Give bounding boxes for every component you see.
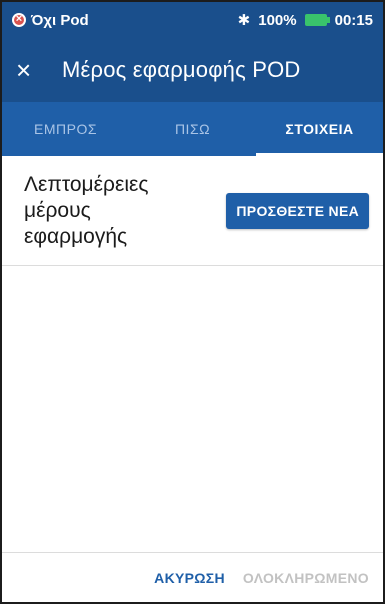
battery-percent: 100%: [258, 11, 297, 29]
cancel-button[interactable]: ΑΚΥΡΩΣΗ: [154, 570, 225, 586]
pod-status-text: Όχι Pod: [31, 11, 89, 29]
page-title: Μέρος εφαρμοφής POD: [62, 57, 301, 82]
no-pod-alert-icon: [12, 11, 26, 27]
done-button[interactable]: ΟΛΟΚΛΗΡΩΜΕΝΟ: [243, 570, 369, 586]
clock-time: 00:15: [334, 11, 373, 29]
status-bar: Όχι Pod ✱ 100% 00:15: [2, 2, 383, 38]
close-icon[interactable]: ×: [16, 57, 46, 83]
site-details-title: Λεπτομέρειες μέρους εφαρμογής: [24, 172, 149, 248]
tab-front[interactable]: ΕΜΠΡΟΣ: [2, 102, 129, 156]
tab-bar: ΕΜΠΡΟΣ ΠΙΣΩ ΣΤΟΙΧΕΙΑ: [2, 102, 383, 156]
footer-actions: ΑΚΥΡΩΣΗ ΟΛΟΚΛΗΡΩΜΕΝΟ: [2, 552, 383, 602]
device-screen: Όχι Pod ✱ 100% 00:15 × Μέρος εφαρμοφής P…: [0, 0, 385, 604]
tab-details[interactable]: ΣΤΟΙΧΕΙΑ: [256, 102, 383, 156]
tab-back[interactable]: ΠΙΣΩ: [129, 102, 256, 156]
bluetooth-icon: ✱: [237, 12, 251, 29]
add-new-button[interactable]: ΠΡΟΣΘΕΣΤΕ ΝΕΑ: [226, 192, 369, 229]
site-details-row: Λεπτομέρειες μέρους εφαρμογής ΠΡΟΣΘΕΣΤΕ …: [2, 156, 383, 266]
status-left: Όχι Pod: [12, 11, 89, 29]
status-right: ✱ 100% 00:15: [237, 11, 373, 30]
app-bar: × Μέρος εφαρμοφής POD: [2, 38, 383, 102]
battery-icon: [304, 14, 330, 26]
